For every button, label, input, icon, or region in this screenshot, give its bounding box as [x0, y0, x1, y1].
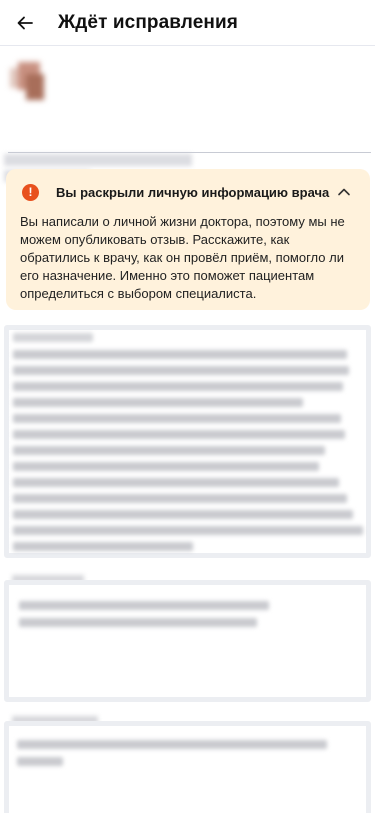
exclamation-circle-icon: ! [22, 183, 39, 201]
arrow-left-icon [17, 16, 33, 29]
warning-text: Вы написали о личной жизни доктора, поэт… [20, 214, 345, 301]
page-title: Ждёт исправления [58, 11, 238, 33]
divider [8, 152, 371, 153]
review-cons-field[interactable] [4, 721, 371, 813]
warning-banner: ! Вы раскрыли личную информацию врача Вы… [6, 169, 370, 310]
doctor-name-redacted [4, 154, 192, 166]
review-pros-field[interactable] [4, 580, 371, 702]
top-bar: Ждёт исправления [0, 0, 375, 46]
chevron-up-icon [338, 188, 350, 196]
doctor-info[interactable] [0, 46, 375, 182]
back-button[interactable] [14, 12, 36, 34]
collapse-button[interactable] [334, 182, 354, 202]
review-text-field[interactable] [4, 325, 371, 558]
doctor-avatar [8, 60, 50, 102]
warning-title: Вы раскрыли личную информацию врача [56, 184, 330, 200]
